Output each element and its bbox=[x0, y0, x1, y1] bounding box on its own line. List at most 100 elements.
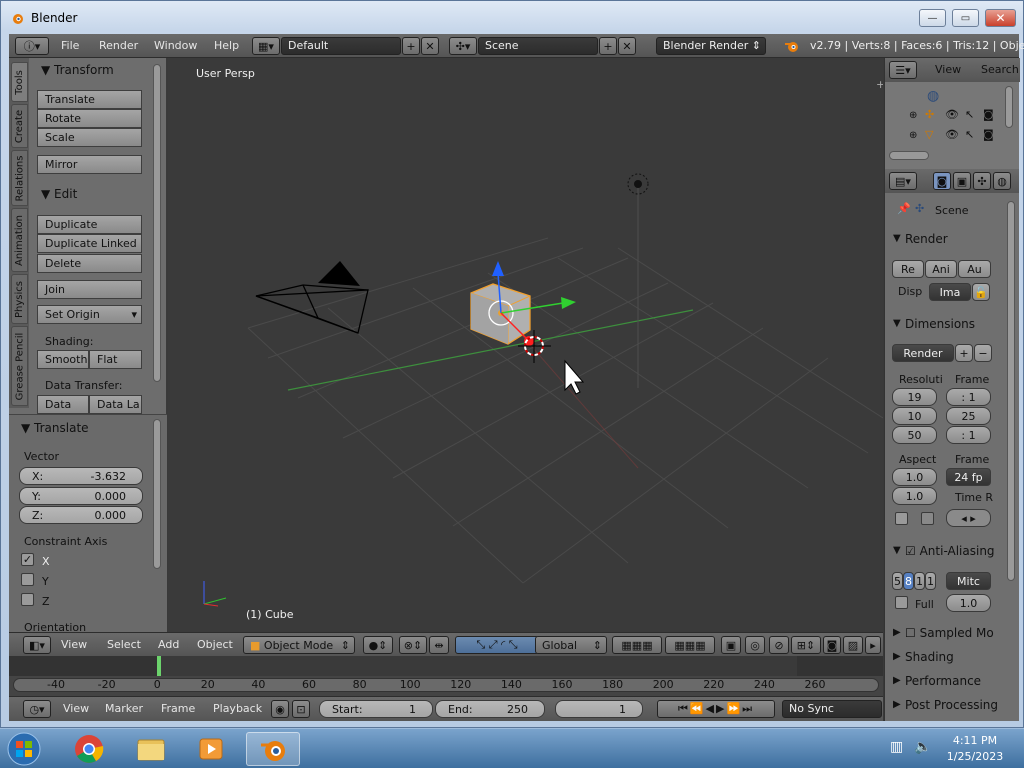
tool-shelf-scrollbar[interactable] bbox=[153, 64, 161, 382]
menu-marker[interactable]: Marker bbox=[105, 702, 143, 715]
render-animation-button[interactable]: Ani bbox=[925, 260, 957, 278]
aa-filter-select[interactable]: Mitc bbox=[946, 572, 991, 590]
add-preset-button[interactable]: + bbox=[955, 344, 973, 362]
editor-type-outliner-button[interactable]: ☰▾ bbox=[889, 61, 917, 79]
editor-type-timeline-button[interactable]: ◷▾ bbox=[23, 700, 51, 718]
editor-type-info-button[interactable]: ⓘ▾ bbox=[15, 37, 49, 55]
aa-samples-16[interactable]: 1 bbox=[925, 572, 936, 590]
aa-samples-8[interactable]: 8 bbox=[903, 572, 914, 590]
outliner-hscrollbar[interactable] bbox=[889, 151, 929, 160]
snap-toggle-icon[interactable]: ⊘ bbox=[769, 636, 789, 654]
translate-button[interactable]: Translate bbox=[37, 90, 142, 109]
lock-interface-icon[interactable]: 🔓 bbox=[972, 283, 990, 301]
constraint-x-checkbox[interactable]: ✓ bbox=[21, 553, 34, 566]
smooth-button[interactable]: Smooth bbox=[37, 350, 89, 369]
clock[interactable]: 4:11 PM 1/25/2023 bbox=[940, 731, 1010, 763]
resolution-y-field[interactable]: 10 bbox=[892, 407, 937, 425]
tab-tools[interactable]: Tools bbox=[11, 62, 28, 102]
render-tab-icon[interactable]: ◙ bbox=[933, 172, 951, 190]
lock-icon[interactable]: ⊡ bbox=[292, 700, 310, 718]
maximize-button[interactable]: ▭ bbox=[952, 9, 979, 27]
explorer-taskbar-button[interactable] bbox=[124, 732, 178, 766]
constraint-z-checkbox[interactable] bbox=[21, 593, 34, 606]
sync-mode-select[interactable]: No Sync bbox=[782, 700, 882, 718]
add-layout-button[interactable]: + bbox=[402, 37, 420, 55]
frame-start-field[interactable]: : 1 bbox=[946, 388, 991, 406]
aspect-y-field[interactable]: 1.0 bbox=[892, 487, 937, 505]
camera-outliner-icon[interactable]: ▽ bbox=[925, 128, 933, 141]
delete-button[interactable]: Delete bbox=[37, 254, 142, 273]
frame-end-field[interactable]: 25 bbox=[946, 407, 991, 425]
filter-size-field[interactable]: 1.0 bbox=[946, 594, 991, 612]
vector-z-field[interactable]: Z: 0.000 bbox=[19, 506, 143, 524]
flat-button[interactable]: Flat bbox=[89, 350, 142, 369]
transform-orientation-select[interactable]: Global ⇕ bbox=[535, 636, 607, 654]
pin-icon[interactable]: 📌 bbox=[897, 202, 911, 215]
menu-timeline-view[interactable]: View bbox=[63, 702, 89, 715]
visibility-eye-icon[interactable]: 👁 bbox=[945, 108, 959, 121]
outliner-search-menu[interactable]: Search bbox=[981, 63, 1019, 76]
duplicate-button[interactable]: Duplicate bbox=[37, 215, 142, 234]
end-frame-field[interactable]: End: 250 bbox=[435, 700, 545, 718]
dimensions-panel-header[interactable]: ▼ Dimensions bbox=[885, 314, 1003, 336]
manipulator-modes[interactable]: ⤡ ⤢ ◜ ⤡ bbox=[455, 636, 539, 654]
screen-layout-button[interactable]: ▦▾ bbox=[252, 37, 280, 55]
properties-scrollbar[interactable] bbox=[1007, 201, 1015, 581]
menu-view[interactable]: View bbox=[61, 638, 87, 651]
remove-scene-button[interactable]: ✕ bbox=[618, 37, 636, 55]
menu-window[interactable]: Window bbox=[154, 39, 197, 52]
blender-taskbar-button[interactable] bbox=[246, 732, 300, 766]
tab-animation[interactable]: Animation bbox=[11, 208, 28, 272]
expand-icon[interactable]: ⊕ bbox=[909, 110, 917, 121]
start-frame-field[interactable]: Start: 1 bbox=[319, 700, 433, 718]
world-icon[interactable]: ◍ bbox=[927, 88, 939, 104]
screen-layout-field[interactable]: Default bbox=[281, 37, 401, 55]
remove-layout-button[interactable]: ✕ bbox=[421, 37, 439, 55]
visibility-eye-icon[interactable]: 👁 bbox=[945, 128, 959, 141]
edit-panel-toggle[interactable]: ▼ Edit bbox=[41, 187, 77, 201]
menu-playback[interactable]: Playback bbox=[213, 702, 262, 715]
motion-blur-checkbox[interactable]: ☐ bbox=[905, 626, 916, 640]
mirror-button[interactable]: Mirror bbox=[37, 155, 142, 174]
tab-relations[interactable]: Relations bbox=[11, 150, 28, 206]
pivot-point-button[interactable]: ⊗⇕ bbox=[399, 636, 427, 654]
3d-viewport[interactable]: User Persp (1) Cube + bbox=[168, 58, 883, 632]
editor-type-properties-button[interactable]: ▤▾ bbox=[889, 172, 917, 190]
outliner-vscrollbar[interactable] bbox=[1005, 86, 1013, 128]
rotate-button[interactable]: Rotate bbox=[37, 109, 142, 128]
minimize-button[interactable]: — bbox=[919, 9, 946, 27]
frame-rate-select[interactable]: 24 fp bbox=[946, 468, 991, 486]
editor-type-3d-button[interactable]: ◧▾ bbox=[23, 636, 51, 654]
post-processing-panel-header[interactable]: ▶ Post Processing bbox=[885, 695, 1015, 717]
aspect-x-field[interactable]: 1.0 bbox=[892, 468, 937, 486]
menu-select[interactable]: Select bbox=[107, 638, 141, 651]
data-layout-button[interactable]: Data La bbox=[89, 395, 142, 414]
mode-select[interactable]: ■ Object Mode ⇕ bbox=[243, 636, 355, 654]
select-arrow-icon[interactable]: ↖ bbox=[965, 128, 974, 141]
vector-x-field[interactable]: X: -3.632 bbox=[19, 467, 143, 485]
world-tab-icon[interactable]: ◍ bbox=[993, 172, 1011, 190]
layers-grid-1[interactable]: ▦▦▦ bbox=[612, 636, 662, 654]
chrome-taskbar-button[interactable] bbox=[62, 732, 116, 766]
add-region-icon[interactable]: + bbox=[876, 78, 883, 91]
resolution-percent-field[interactable]: 50 bbox=[892, 426, 937, 444]
expand-icon[interactable]: ⊕ bbox=[909, 130, 917, 141]
layers-grid-2[interactable]: ▦▦▦ bbox=[665, 636, 715, 654]
network-icon[interactable]: ▥ bbox=[890, 739, 903, 755]
scale-button[interactable]: Scale bbox=[37, 128, 142, 147]
aa-samples-11[interactable]: 1 bbox=[914, 572, 925, 590]
display-select[interactable]: Ima bbox=[929, 283, 971, 301]
operator-panel-toggle[interactable]: ▼ Translate bbox=[21, 421, 89, 435]
frame-step-field[interactable]: : 1 bbox=[946, 426, 991, 444]
playback-controls[interactable]: ⏮⏪◀▶⏩⏭ bbox=[657, 700, 775, 718]
crop-checkbox[interactable] bbox=[921, 512, 934, 525]
manipulator-toggle-button[interactable]: ⇹ bbox=[429, 636, 449, 654]
time-remap-field[interactable]: ◂ ▸ bbox=[946, 509, 991, 527]
volume-icon[interactable]: 🔈 bbox=[914, 739, 931, 755]
menu-object[interactable]: Object bbox=[197, 638, 233, 651]
render-engine-select[interactable]: Blender Render ⇕ bbox=[656, 37, 766, 55]
viewport-shading-button[interactable]: ●⇕ bbox=[363, 636, 393, 654]
record-icon[interactable]: ◉ bbox=[271, 700, 289, 718]
scene-field[interactable]: Scene bbox=[478, 37, 598, 55]
anti-aliasing-panel-header[interactable]: ▼ ☑ Anti-Aliasing bbox=[885, 541, 1003, 563]
